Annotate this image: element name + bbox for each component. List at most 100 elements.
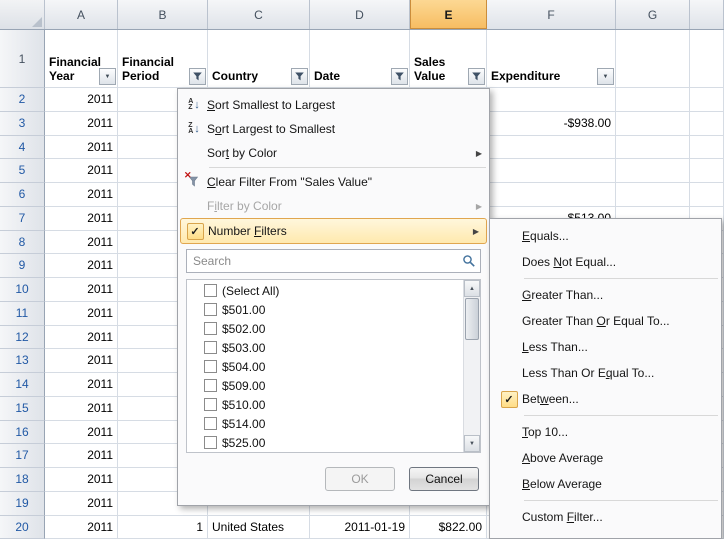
filter-button-sales-value[interactable] [468,68,485,85]
cell-financial-year[interactable]: 2011 [45,421,118,445]
row-header[interactable]: 10 [0,278,45,302]
search-input[interactable] [186,249,481,273]
row-header[interactable]: 11 [0,302,45,326]
value-checkbox[interactable] [204,360,217,373]
list-item[interactable]: $501.00 [188,300,463,319]
filter-button-country[interactable] [291,68,308,85]
value-checkbox[interactable] [204,398,217,411]
cell-financial-year[interactable]: 2011 [45,444,118,468]
select-all-button[interactable] [0,0,45,29]
cancel-button[interactable]: Cancel [409,467,479,491]
filter-button-financial-year[interactable]: ▼ [99,68,116,85]
cell-financial-year[interactable]: 2011 [45,516,118,539]
submenu-item-does-not-equal[interactable]: Does Not Equal... [490,249,721,275]
value-checkbox[interactable] [204,436,217,449]
cell-financial-year[interactable]: 2011 [45,207,118,231]
submenu-item-greater-than[interactable]: Greater Than... [490,282,721,308]
cell-date[interactable]: 2011-01-19 [310,516,410,539]
cell-sales-value[interactable]: $822.00 [410,516,487,539]
scrollbar-up-button[interactable]: ▲ [464,280,480,297]
cell-financial-year[interactable]: 2011 [45,278,118,302]
value-checkbox[interactable] [204,379,217,392]
menu-item-sort-smallest-to-largest[interactable]: AZ↓ Sort Smallest to Largest [178,93,489,117]
cell-financial-year[interactable]: 2011 [45,159,118,183]
list-item[interactable]: $503.00 [188,338,463,357]
cell-financial-year[interactable]: 2011 [45,112,118,136]
cell-financial-year[interactable]: 2011 [45,468,118,492]
scrollbar-track[interactable]: ▲ ▼ [463,280,480,452]
column-header-c[interactable]: C [208,0,310,29]
cell-g[interactable] [616,112,690,136]
cell-financial-year[interactable]: 2011 [45,302,118,326]
cell-financial-year[interactable]: 2011 [45,88,118,112]
cell-financial-year[interactable]: 2011 [45,231,118,255]
scrollbar-down-button[interactable]: ▼ [464,435,480,452]
submenu-item-less-than[interactable]: Less Than... [490,334,721,360]
scrollbar-thumb[interactable] [465,298,479,340]
submenu-item-custom-filter[interactable]: Custom Filter... [490,504,721,530]
value-checkbox[interactable] [204,284,217,297]
cell-g[interactable] [616,183,690,207]
row-header[interactable]: 7 [0,207,45,231]
list-item[interactable]: $502.00 [188,319,463,338]
header-cell-sales-value[interactable]: Sales Value [410,30,487,88]
menu-item-sort-largest-to-smallest[interactable]: ZA↓ Sort Largest to Smallest [178,117,489,141]
list-item[interactable]: $525.00 [188,433,463,452]
cell-expenditure[interactable] [487,136,616,160]
cell-expenditure[interactable]: -$938.00 [487,112,616,136]
column-header-d[interactable]: D [310,0,410,29]
column-header-f[interactable]: F [487,0,616,29]
row-header[interactable]: 3 [0,112,45,136]
cell-financial-year[interactable]: 2011 [45,373,118,397]
cell-expenditure[interactable] [487,159,616,183]
value-checkbox[interactable] [204,417,217,430]
list-item[interactable]: (Select All) [188,281,463,300]
submenu-item-less-than-or-equal[interactable]: Less Than Or Equal To... [490,360,721,386]
list-item[interactable]: $514.00 [188,414,463,433]
list-item[interactable]: $510.00 [188,395,463,414]
column-header-b[interactable]: B [118,0,208,29]
submenu-item-below-average[interactable]: Below Average [490,471,721,497]
cell-financial-year[interactable]: 2011 [45,136,118,160]
list-item[interactable]: $509.00 [188,376,463,395]
submenu-item-above-average[interactable]: Above Average [490,445,721,471]
header-cell-expenditure[interactable]: Expenditure ▼ [487,30,616,88]
submenu-item-between[interactable]: ✓Between... [490,386,721,412]
cell-g[interactable] [616,88,690,112]
search-icon[interactable] [462,254,476,268]
row-header[interactable]: 16 [0,421,45,445]
menu-item-number-filters[interactable]: ✓ Number Filters ▶ [180,218,487,244]
row-header[interactable]: 14 [0,373,45,397]
cell-financial-year[interactable]: 2011 [45,397,118,421]
header-cell-country[interactable]: Country [208,30,310,88]
row-header[interactable]: 2 [0,88,45,112]
cell-financial-period[interactable]: 1 [118,516,208,539]
cell-g[interactable] [616,159,690,183]
row-header[interactable]: 19 [0,492,45,516]
header-cell-financial-period[interactable]: Financial Period [118,30,208,88]
list-item[interactable]: $504.00 [188,357,463,376]
row-header[interactable]: 18 [0,468,45,492]
cell-financial-year[interactable]: 2011 [45,492,118,516]
row-header[interactable]: 9 [0,254,45,278]
row-header[interactable]: 8 [0,231,45,255]
submenu-item-equals[interactable]: Equals... [490,223,721,249]
value-checkbox[interactable] [204,341,217,354]
column-header-g[interactable]: G [616,0,690,29]
cell-financial-year[interactable]: 2011 [45,349,118,373]
submenu-item-top-10[interactable]: Top 10... [490,419,721,445]
value-checkbox[interactable] [204,322,217,335]
menu-item-clear-filter[interactable]: ✕ Clear Filter From "Sales Value" [178,170,489,194]
column-header-a[interactable]: A [45,0,118,29]
row-header[interactable]: 20 [0,516,45,539]
row-header-1[interactable]: 1 [0,30,45,88]
filter-button-financial-period[interactable] [189,68,206,85]
header-cell-financial-year[interactable]: Financial Year ▼ [45,30,118,88]
cell-expenditure[interactable] [487,183,616,207]
column-header-e-selected[interactable]: E [410,0,487,29]
cell-financial-year[interactable]: 2011 [45,183,118,207]
row-header[interactable]: 6 [0,183,45,207]
menu-item-sort-by-color[interactable]: Sort by Color ▶ [178,141,489,165]
value-checkbox[interactable] [204,303,217,316]
submenu-item-greater-than-or-equal[interactable]: Greater Than Or Equal To... [490,308,721,334]
